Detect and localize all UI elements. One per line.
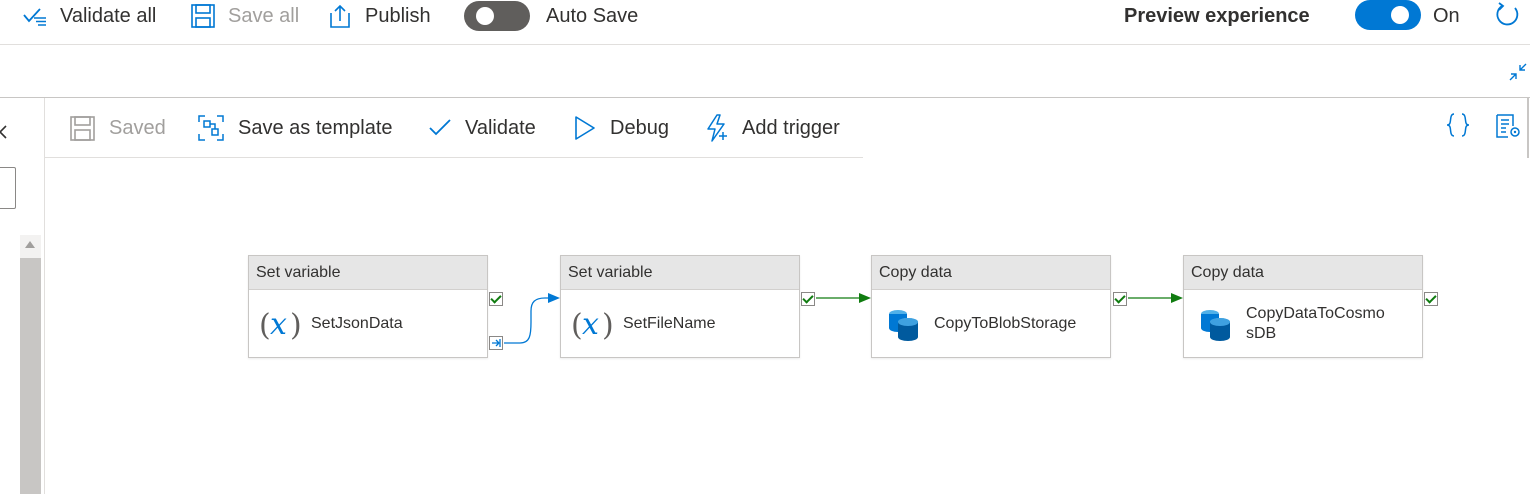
- activity-set-file-name[interactable]: Set variable (x) SetFileName: [560, 255, 800, 358]
- activity-copy-data-to-cosmos-db[interactable]: Copy data CopyDataToCosmo sDB: [1183, 255, 1423, 358]
- arrow-right-icon: [492, 339, 501, 347]
- success-output-port[interactable]: [1113, 292, 1127, 306]
- svg-text:(: (: [259, 308, 271, 343]
- activity-copy-to-blob-storage[interactable]: Copy data CopyToBlobStorage: [871, 255, 1111, 358]
- activity-name: CopyToBlobStorage: [934, 314, 1077, 332]
- activity-name: SetFileName: [623, 314, 716, 332]
- variable-icon: (x): [259, 307, 302, 343]
- connector-arrowhead: [1171, 293, 1183, 303]
- connector-arrowhead: [548, 293, 560, 303]
- svg-text:): ): [602, 308, 614, 343]
- variable-icon: (x): [571, 307, 614, 343]
- skip-output-port[interactable]: [489, 336, 503, 350]
- svg-text:x: x: [582, 307, 599, 342]
- activity-type: Set variable: [249, 256, 487, 290]
- success-output-port[interactable]: [1424, 292, 1438, 306]
- success-output-port[interactable]: [489, 292, 503, 306]
- skip-connector-line: [504, 297, 548, 344]
- svg-text:x: x: [270, 307, 287, 342]
- activity-type: Copy data: [872, 256, 1110, 290]
- svg-text:): ): [290, 308, 302, 343]
- svg-text:(: (: [571, 308, 583, 343]
- activity-name: SetJsonData: [311, 314, 403, 332]
- activity-type: Copy data: [1184, 256, 1422, 290]
- activity-set-json-data[interactable]: Set variable (x) SetJsonData: [248, 255, 488, 358]
- activity-connectors: [504, 293, 1183, 344]
- connector-arrowhead: [859, 293, 871, 303]
- database-icon: [889, 309, 918, 341]
- success-output-port[interactable]: [801, 292, 815, 306]
- activity-type: Set variable: [561, 256, 799, 290]
- database-icon: [1201, 309, 1230, 341]
- activity-name: CopyDataToCosmo sDB: [1246, 304, 1385, 342]
